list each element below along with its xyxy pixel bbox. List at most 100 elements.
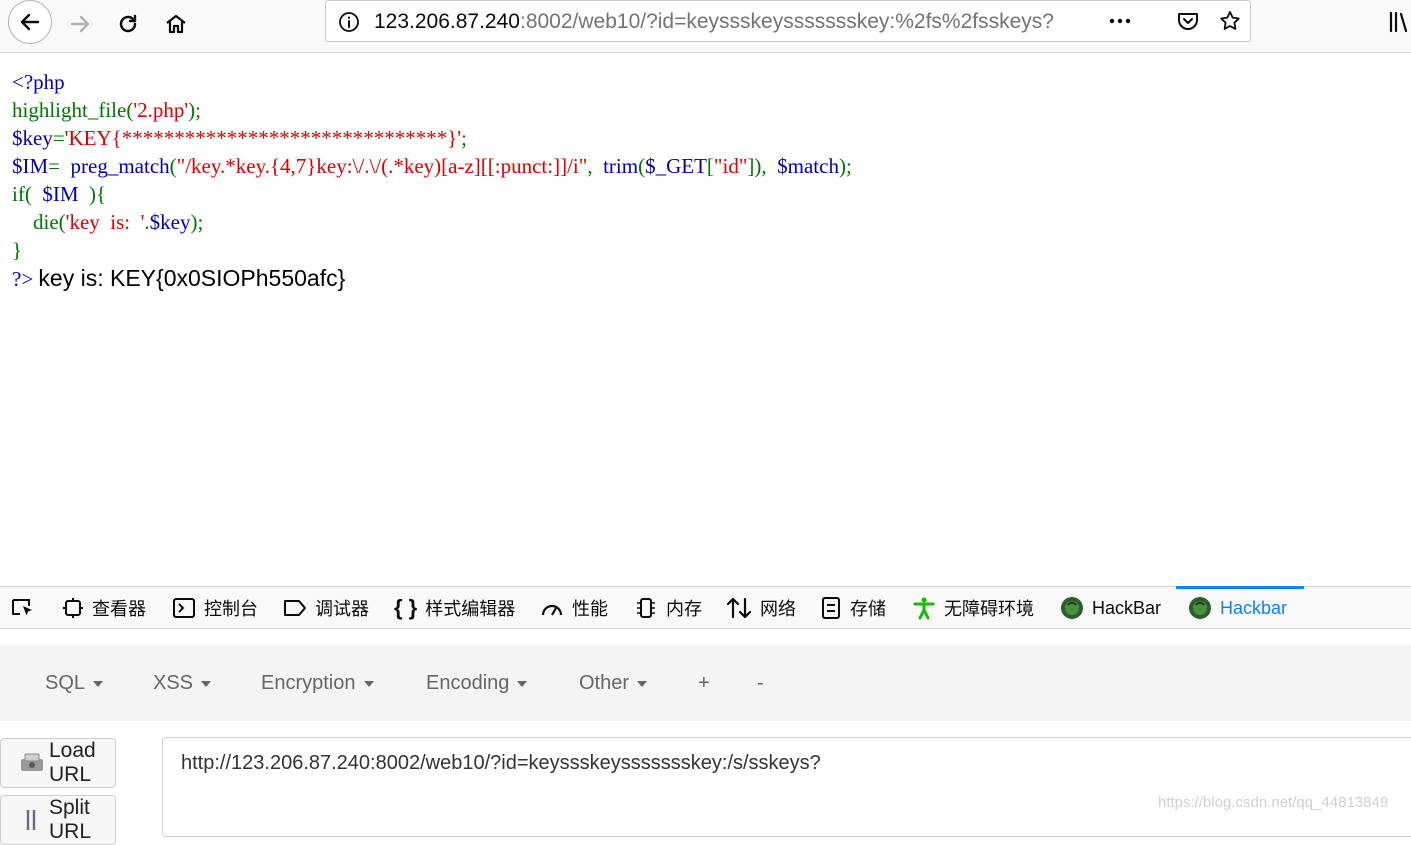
tab-label: 样式编辑器 [425, 599, 516, 619]
code-var: $key [149, 210, 191, 234]
menu-label: Encryption [261, 672, 356, 694]
code-punct: ){ [78, 182, 107, 206]
code-fn: highlight_file [12, 98, 127, 122]
tab-label: 存储 [850, 599, 886, 619]
tab-inspector[interactable]: 查看器 [62, 587, 146, 629]
arrow-right-icon [70, 15, 90, 33]
tab-debugger[interactable]: 调试器 [283, 587, 369, 629]
chevron-down-icon [93, 680, 104, 687]
tab-storage[interactable]: 存储 [820, 587, 886, 629]
memory-icon [637, 598, 655, 618]
tab-label: 调试器 [315, 599, 369, 619]
code-punct: [ [706, 154, 714, 178]
menu-label: Other [579, 672, 630, 694]
network-icon [726, 597, 752, 619]
php-open-tag: <?php [12, 70, 65, 94]
tab-network[interactable]: 网络 [726, 587, 796, 629]
code-string: 'key is: ' [65, 210, 145, 234]
code-var: $key [12, 126, 53, 150]
tab-console[interactable]: 控制台 [172, 587, 258, 629]
bookmark-button[interactable] [1218, 9, 1242, 38]
code-punct: , [587, 154, 604, 178]
tab-performance[interactable]: 性能 [540, 587, 608, 629]
menu-plus[interactable]: + [698, 672, 710, 695]
tab-hackbar-active[interactable]: Hackbar [1176, 586, 1304, 629]
element-picker-button[interactable] [10, 587, 36, 629]
code-punct: ]), [747, 154, 778, 178]
menu-xss[interactable]: XSS [153, 672, 212, 695]
code-string: "/key.*key.{4,7}key:\/.\/(.*key)[a-z][[:… [176, 154, 588, 178]
php-close-tag: ?> [12, 267, 34, 291]
menu-label: SQL [45, 672, 86, 694]
chevron-down-icon [637, 680, 648, 687]
arrow-left-icon [20, 13, 40, 31]
forward-button[interactable] [60, 4, 100, 44]
tab-label: 无障碍环境 [944, 599, 1034, 619]
picker-icon [12, 599, 32, 616]
load-url-button[interactable]: Load URL [0, 738, 116, 788]
code-punct: ; [461, 126, 467, 150]
back-button[interactable] [8, 0, 52, 44]
code-string: '2.php' [133, 98, 189, 122]
pocket-button[interactable] [1176, 9, 1200, 38]
menu-encryption[interactable]: Encryption [261, 672, 374, 695]
code-keyword: if( [12, 182, 43, 206]
tab-style-editor[interactable]: { } 样式编辑器 [394, 587, 515, 629]
star-icon [1220, 11, 1240, 30]
menu-encoding[interactable]: Encoding [426, 672, 528, 695]
tab-label: Hackbar [1220, 597, 1288, 618]
code-fn: preg_match [70, 154, 170, 178]
split-url-button[interactable]: Split URL [0, 795, 116, 845]
page-actions-button[interactable] [1106, 9, 1134, 38]
hackbar-icon [1061, 597, 1083, 619]
code-punct: ); [188, 98, 201, 122]
tab-label: 网络 [760, 599, 796, 619]
hackbar-url-field[interactable]: http://123.206.87.240:8002/web10/?id=key… [162, 737, 1411, 837]
split-url-icon [26, 810, 36, 830]
tab-memory[interactable]: 内存 [634, 587, 702, 629]
reload-button[interactable] [108, 4, 148, 44]
menu-minus[interactable]: - [757, 672, 764, 695]
chevron-down-icon [517, 680, 528, 687]
style-editor-icon: { } [394, 595, 418, 620]
inspector-icon [63, 598, 83, 618]
hackbar-icon [1189, 597, 1211, 619]
code-punct: = [48, 154, 71, 178]
address-bar[interactable]: 123.206.87.240:8002/web10/?id=keyssskeys… [325, 0, 1251, 42]
code-punct: } [12, 238, 23, 262]
code-var: $_GET [645, 154, 707, 178]
debugger-icon [284, 600, 306, 616]
menu-sql[interactable]: SQL [45, 672, 104, 695]
code-punct: = [52, 126, 65, 150]
accessibility-icon [913, 597, 935, 620]
reload-icon [119, 14, 137, 33]
tab-label: 内存 [666, 599, 702, 619]
url-text: 123.206.87.240:8002/web10/?id=keyssskeys… [374, 10, 1054, 34]
button-label: Load URL [49, 739, 96, 786]
menu-label: XSS [153, 672, 194, 694]
button-label: Split URL [49, 796, 92, 843]
library-button[interactable] [1388, 10, 1410, 39]
code-fn: trim [603, 154, 639, 178]
devtools-tabbar: 查看器 控制台 调试器 { } 样式编辑器 性能 内存 网络 存储 无障碍环境 H… [0, 586, 1411, 629]
home-button[interactable] [156, 4, 196, 44]
hackbar-menu: SQL XSS Encryption Encoding Other + - [0, 645, 1411, 721]
home-icon [166, 14, 186, 34]
tab-accessibility[interactable]: 无障碍环境 [912, 587, 1034, 629]
code-fn: die( [12, 210, 66, 234]
menu-label: Encoding [426, 672, 510, 694]
menu-other[interactable]: Other [579, 672, 648, 695]
chevron-down-icon [363, 680, 374, 687]
load-url-icon [21, 753, 43, 771]
tab-hackbar[interactable]: HackBar [1060, 587, 1161, 629]
url-path: :8002/web10/?id=keyssskeyssssssskey:%2fs… [519, 10, 1054, 33]
performance-icon [541, 604, 563, 616]
tab-label: HackBar [1092, 597, 1162, 618]
hackbar-url-value: http://123.206.87.240:8002/web10/?id=key… [181, 752, 821, 774]
code-var: $match [777, 154, 839, 178]
code-punct: ( [169, 154, 177, 178]
php-source: <?php highlight_file('2.php'); $key='KEY… [12, 68, 852, 293]
console-icon [173, 598, 195, 618]
browser-toolbar: 123.206.87.240:8002/web10/?id=keyssskeys… [0, 0, 1411, 53]
watermark: https://blog.csdn.net/qq_44813849 [1158, 794, 1389, 811]
